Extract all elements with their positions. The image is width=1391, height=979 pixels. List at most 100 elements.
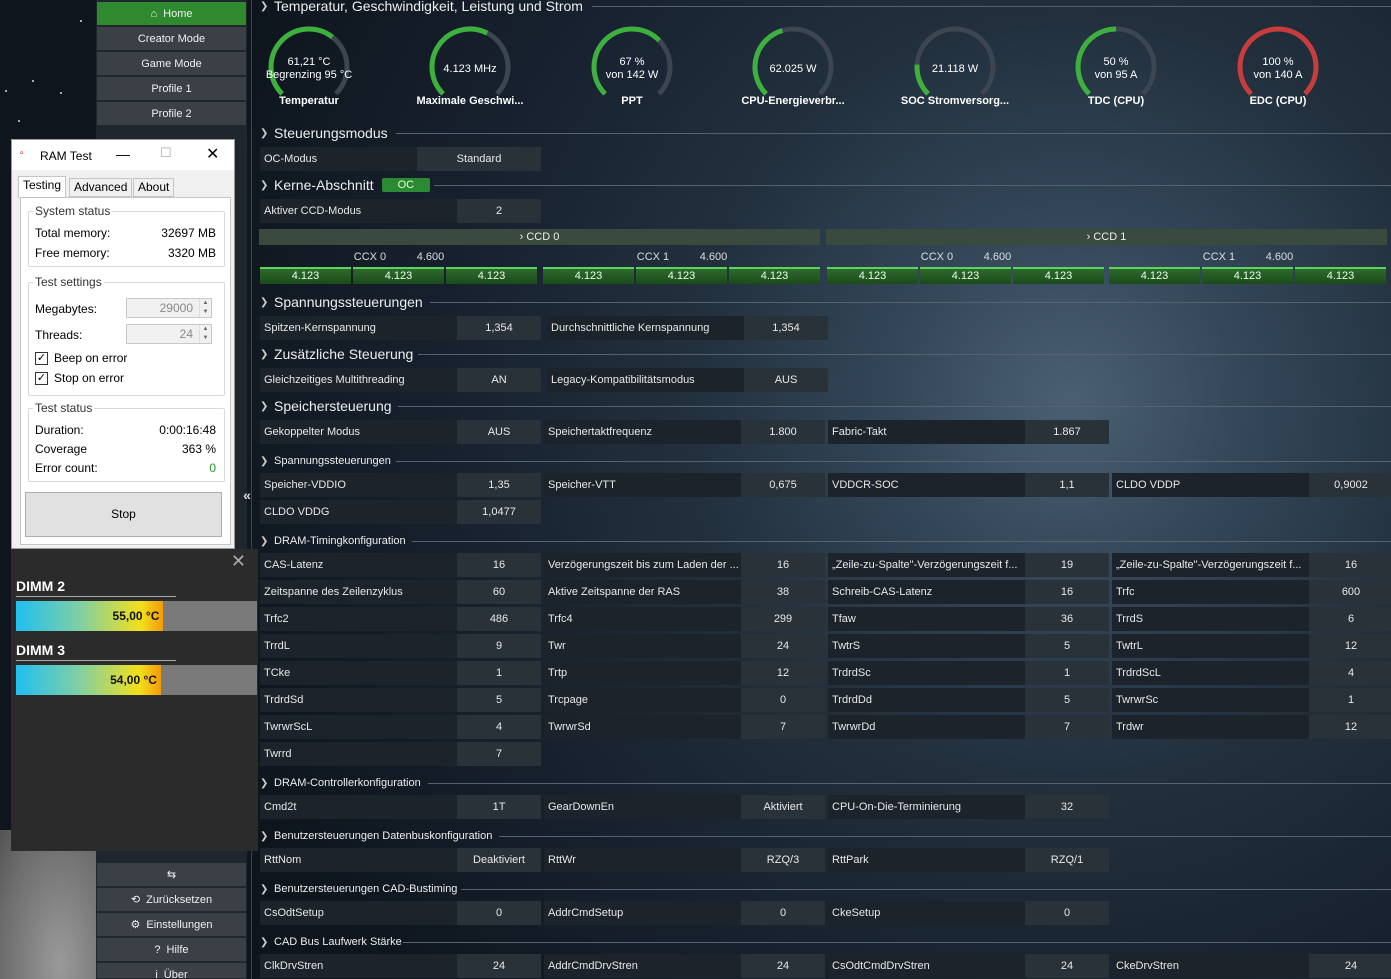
extra-row[interactable]: Legacy-Kompatibilitätsmodus AUS xyxy=(547,368,828,392)
core-frequency[interactable]: 4.123 xyxy=(353,267,444,284)
setting-value[interactable]: 1,354 xyxy=(457,316,541,340)
stop-on-error-checkbox[interactable]: ✓ Stop on error xyxy=(35,371,124,385)
timing-row[interactable]: TrdrdScL 4 xyxy=(1112,661,1391,685)
core-frequency[interactable]: 4.123 xyxy=(260,267,351,284)
nav-game-mode[interactable]: Game Mode xyxy=(97,52,246,76)
core-frequency[interactable]: 4.123 xyxy=(1109,267,1200,284)
stop-button[interactable]: Stop xyxy=(25,492,222,537)
core-frequency[interactable]: 4.123 xyxy=(1013,267,1104,284)
setting-value[interactable]: 7 xyxy=(457,742,541,766)
setting-value[interactable]: RZQ/3 xyxy=(741,848,825,872)
spinner-arrows-icon[interactable]: ▲ ▼ xyxy=(199,325,211,343)
setting-value[interactable]: 12 xyxy=(1309,715,1391,739)
setting-value[interactable]: 1,35 xyxy=(457,473,541,497)
oc-mode-row[interactable]: OC-Modus Standard xyxy=(260,147,541,171)
nav-reset[interactable]: ⟲ Zurücksetzen xyxy=(97,888,246,912)
setting-value[interactable]: 24 xyxy=(1309,954,1391,978)
core-frequency[interactable]: 4.123 xyxy=(446,267,537,284)
setting-value[interactable]: 0 xyxy=(741,688,825,712)
timing-row[interactable]: TrdrdDd 5 xyxy=(828,688,1109,712)
section-dram-ctrl[interactable]: ❯ DRAM-Controllerkonfiguration xyxy=(260,773,421,793)
timing-row[interactable]: TwtrL 12 xyxy=(1112,634,1391,658)
setting-value[interactable]: 12 xyxy=(1309,634,1391,658)
setting-value[interactable]: 24 xyxy=(457,954,541,978)
controller-row[interactable]: GearDownEn Aktiviert xyxy=(544,795,825,819)
timing-row[interactable]: TwrwrSd 7 xyxy=(544,715,825,739)
timing-row[interactable]: Trfc2 486 xyxy=(260,607,541,631)
mem-voltage-row[interactable]: Speicher-VTT 0,675 xyxy=(544,473,825,497)
section-speicher-spannung[interactable]: ❯ Spannungssteuerungen xyxy=(260,451,391,471)
checkmark-icon[interactable]: ✓ xyxy=(35,371,48,385)
maximize-icon[interactable]: ☐ xyxy=(160,145,172,161)
timing-row[interactable]: „Zeile-zu-Spalte"-Verzögerungszeit f... 1… xyxy=(1112,553,1391,577)
setting-value[interactable]: 16 xyxy=(741,553,825,577)
ccd0-header[interactable]: › CCD 0 xyxy=(259,229,820,245)
setting-value[interactable]: 24 xyxy=(1025,954,1109,978)
close-icon[interactable]: ✕ xyxy=(231,551,246,572)
timing-row[interactable]: CAS-Latenz 16 xyxy=(260,553,541,577)
cad-strength-row[interactable]: CsOdtCmdDrvStren 24 xyxy=(828,954,1109,978)
cad-timing-row[interactable]: AddrCmdSetup 0 xyxy=(544,901,825,925)
setting-value[interactable]: 1,1 xyxy=(1025,473,1109,497)
setting-value[interactable]: 6 xyxy=(1309,607,1391,631)
setting-value[interactable]: 600 xyxy=(1309,580,1391,604)
timing-row[interactable]: Verzögerungszeit bis zum Laden der ... 16 xyxy=(544,553,825,577)
setting-value[interactable]: Deaktiviert xyxy=(457,848,541,872)
voltage-row[interactable]: Spitzen-Kernspannung 1,354 xyxy=(260,316,541,340)
setting-value[interactable]: 0 xyxy=(457,901,541,925)
tab-advanced[interactable]: Advanced xyxy=(69,178,133,197)
setting-value[interactable]: 486 xyxy=(457,607,541,631)
tab-about[interactable]: About xyxy=(133,178,175,197)
timing-row[interactable]: „Zeile-zu-Spalte"-Verzögerungszeit f... 1… xyxy=(828,553,1109,577)
timing-row[interactable]: Tfaw 36 xyxy=(828,607,1109,631)
setting-value[interactable]: 0 xyxy=(741,901,825,925)
timing-row[interactable]: Zeitspanne des Zeilenzyklus 60 xyxy=(260,580,541,604)
timing-row[interactable]: TwrwrDd 7 xyxy=(828,715,1109,739)
section-cad-timing[interactable]: ❯ Benutzersteuerungen CAD-Bustiming xyxy=(260,879,457,899)
nav-help[interactable]: ? Hilfe xyxy=(97,938,246,962)
setting-value[interactable]: 299 xyxy=(741,607,825,631)
core-frequency[interactable]: 4.123 xyxy=(920,267,1011,284)
setting-value[interactable]: AUS xyxy=(744,368,828,392)
controller-row[interactable]: CPU-On-Die-Terminierung 32 xyxy=(828,795,1109,819)
cad-strength-row[interactable]: CkeDrvStren 24 xyxy=(1112,954,1391,978)
setting-value[interactable]: 1,0477 xyxy=(457,500,541,524)
extra-row[interactable]: Gleichzeitiges Multithreading AN xyxy=(260,368,541,392)
collapse-sidebar-icon[interactable]: « xyxy=(239,486,255,504)
databus-row[interactable]: RttWr RZQ/3 xyxy=(544,848,825,872)
setting-value[interactable]: 0,675 xyxy=(741,473,825,497)
databus-row[interactable]: RttPark RZQ/1 xyxy=(828,848,1109,872)
setting-value[interactable]: 24 xyxy=(741,954,825,978)
nav-settings[interactable]: ⚙ Einstellungen xyxy=(97,913,246,937)
checkmark-icon[interactable]: ✓ xyxy=(35,351,48,365)
section-spannung[interactable]: ❯ Spannungssteuerungen xyxy=(260,292,423,312)
nav-profile-1[interactable]: Profile 1 xyxy=(97,77,246,101)
memory-row[interactable]: Fabric-Takt 1.867 xyxy=(828,420,1109,444)
section-kerne[interactable]: ❯ Kerne-Abschnitt OC xyxy=(260,175,431,195)
close-icon[interactable]: ✕ xyxy=(206,144,219,164)
timing-row[interactable]: Aktive Zeitspanne der RAS 38 xyxy=(544,580,825,604)
nav-creator-mode[interactable]: Creator Mode xyxy=(97,27,246,51)
mem-voltage-row[interactable]: CLDO VDDP 0,9002 xyxy=(1112,473,1391,497)
setting-value[interactable]: 0,9002 xyxy=(1309,473,1391,497)
cad-timing-row[interactable]: CkeSetup 0 xyxy=(828,901,1109,925)
spinner-arrows-icon[interactable]: ▲ ▼ xyxy=(199,299,211,317)
timing-row[interactable]: Trfc 600 xyxy=(1112,580,1391,604)
setting-value[interactable]: AUS xyxy=(457,420,541,444)
timing-row[interactable]: Twrrd 7 xyxy=(260,742,541,766)
setting-value[interactable]: 24 xyxy=(741,634,825,658)
setting-value[interactable]: 16 xyxy=(457,553,541,577)
tab-testing[interactable]: Testing xyxy=(18,176,67,198)
section-temperatur[interactable]: ❯ Temperatur, Geschwindigkeit, Leistung u… xyxy=(260,0,583,16)
setting-value[interactable]: 7 xyxy=(741,715,825,739)
setting-value[interactable]: 4 xyxy=(457,715,541,739)
setting-value[interactable]: 16 xyxy=(1309,553,1391,577)
nav-home[interactable]: ⌂ Home xyxy=(97,2,246,26)
setting-value[interactable]: 7 xyxy=(1025,715,1109,739)
cad-strength-row[interactable]: ClkDrvStren 24 xyxy=(260,954,541,978)
mem-voltage-row[interactable]: CLDO VDDG 1,0477 xyxy=(260,500,541,524)
timing-row[interactable]: Trcpage 0 xyxy=(544,688,825,712)
section-datenbus[interactable]: ❯ Benutzersteuerungen Datenbuskonfigurati… xyxy=(260,826,492,846)
setting-value[interactable]: 12 xyxy=(741,661,825,685)
databus-row[interactable]: RttNom Deaktiviert xyxy=(260,848,541,872)
